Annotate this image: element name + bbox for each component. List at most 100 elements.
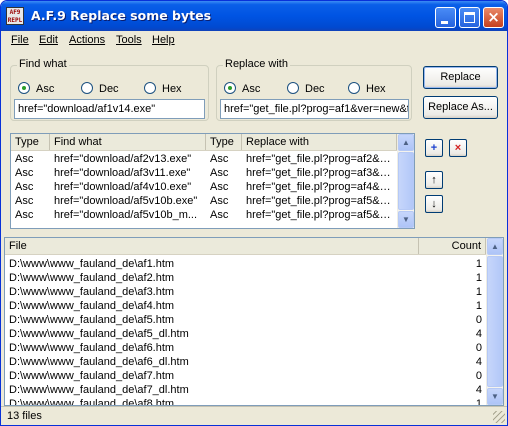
menu-actions[interactable]: Actions [69, 34, 105, 46]
pair-find-value: href="download/af4v10.exe" [54, 181, 192, 193]
file-count: 1 [475, 300, 482, 312]
replace-with-input[interactable]: href="get_file.pl?prog=af1&ver=new&ty [220, 99, 409, 119]
file-row[interactable]: D:\www\www_fauland_de\af6_dl.htm 4 [5, 355, 486, 369]
file-row[interactable]: D:\www\www_fauland_de\af3.htm 1 [5, 285, 486, 299]
file-row[interactable]: D:\www\www_fauland_de\af8.htm 1 [5, 397, 486, 406]
file-row[interactable]: D:\www\www_fauland_de\af6.htm 0 [5, 341, 486, 355]
file-row[interactable]: D:\www\www_fauland_de\af5_dl.htm 4 [5, 327, 486, 341]
pair-row[interactable]: Asc href="download/af4v10.exe" Asc href=… [11, 180, 397, 194]
file-row[interactable]: D:\www\www_fauland_de\af7_dl.htm 4 [5, 383, 486, 397]
file-path: D:\www\www_fauland_de\af1.htm [9, 258, 175, 270]
replace-radio-asc[interactable]: Asc [224, 82, 260, 95]
radio-checked-icon [18, 82, 30, 94]
arrow-up-icon: ↑ [431, 174, 437, 186]
pair-replace-type: Asc [210, 195, 229, 207]
pair-row[interactable]: Asc href="download/af5v10b.exe" Asc href… [11, 194, 397, 208]
file-path: D:\www\www_fauland_de\af4.htm [9, 300, 175, 312]
pair-find-value: href="download/af5v10b.exe" [54, 195, 198, 207]
file-count: 1 [475, 286, 482, 298]
file-path: D:\www\www_fauland_de\af2.htm [9, 272, 175, 284]
files-list-scrollbar[interactable]: ▲ ▼ [486, 238, 503, 405]
file-path: D:\www\www_fauland_de\af5_dl.htm [9, 328, 189, 340]
add-pair-button[interactable]: + [425, 139, 443, 157]
file-count: 1 [475, 272, 482, 284]
pairs-list-scrollbar[interactable]: ▲ ▼ [397, 134, 414, 228]
file-count: 4 [475, 384, 482, 396]
pair-replace-type: Asc [210, 181, 229, 193]
pair-find-value: href="download/af3v11.exe" [54, 167, 191, 179]
delete-icon: × [454, 142, 462, 154]
replace-with-label: Replace with [223, 58, 290, 70]
menu-help[interactable]: Help [152, 34, 175, 46]
pair-find-type: Asc [15, 181, 34, 193]
scroll-thumb[interactable] [398, 152, 414, 210]
scroll-up-icon[interactable]: ▲ [487, 238, 503, 255]
app-window: AF9 REPL A.F.9 Replace some bytes × File… [0, 0, 508, 426]
replace-radio-dec[interactable]: Dec [287, 82, 325, 95]
column-header-type[interactable]: Type [11, 134, 50, 150]
column-header-find-what[interactable]: Find what [50, 134, 206, 150]
scroll-down-icon[interactable]: ▼ [487, 388, 503, 405]
pair-find-type: Asc [15, 167, 34, 179]
file-path: D:\www\www_fauland_de\af7_dl.htm [9, 384, 189, 396]
move-down-button[interactable]: ↓ [425, 195, 443, 213]
radio-checked-icon [224, 82, 236, 94]
file-row[interactable]: D:\www\www_fauland_de\af1.htm 1 [5, 257, 486, 271]
app-icon[interactable]: AF9 REPL [6, 7, 24, 25]
file-path: D:\www\www_fauland_de\af6_dl.htm [9, 356, 189, 368]
title-bar[interactable]: AF9 REPL A.F.9 Replace some bytes × [1, 1, 507, 31]
find-radio-asc[interactable]: Asc [18, 82, 54, 95]
maximize-button[interactable] [459, 7, 480, 28]
file-path: D:\www\www_fauland_de\af7.htm [9, 370, 175, 382]
status-file-count: 13 files [7, 410, 42, 422]
column-header-type[interactable]: Type [206, 134, 242, 150]
file-path: D:\www\www_fauland_de\af8.htm [9, 398, 175, 406]
replace-as-button[interactable]: Replace As... [423, 96, 498, 119]
column-header-replace-with[interactable]: Replace with [242, 134, 397, 150]
menu-file[interactable]: File [11, 34, 29, 46]
minimize-button[interactable] [435, 7, 456, 28]
pair-replace-value: href="get_file.pl?prog=af5&v... [246, 195, 394, 207]
pair-replace-type: Asc [210, 167, 229, 179]
file-row[interactable]: D:\www\www_fauland_de\af4.htm 1 [5, 299, 486, 313]
menu-edit[interactable]: Edit [39, 34, 58, 46]
remove-pair-button[interactable]: × [449, 139, 467, 157]
pair-row[interactable]: Asc href="download/af5v10b_m... Asc href… [11, 208, 397, 222]
column-header-count[interactable]: Count [419, 238, 486, 254]
pairs-list[interactable]: Type Find what Type Replace with Asc hre… [10, 133, 415, 229]
pair-row[interactable]: Asc href="download/af2v13.exe" Asc href=… [11, 152, 397, 166]
arrow-down-icon: ↓ [431, 198, 437, 210]
minimize-icon [441, 21, 448, 24]
pair-row[interactable]: Asc href="download/af3v11.exe" Asc href=… [11, 166, 397, 180]
pair-replace-type: Asc [210, 209, 229, 221]
close-button[interactable]: × [483, 7, 504, 28]
find-radio-dec[interactable]: Dec [81, 82, 119, 95]
scroll-down-icon[interactable]: ▼ [398, 211, 414, 228]
files-list[interactable]: File Count D:\www\www_fauland_de\af1.htm… [4, 237, 504, 406]
status-bar: 13 files [1, 406, 507, 425]
find-radio-hex[interactable]: Hex [144, 82, 182, 95]
replace-with-group: Replace with Asc Dec Hex href="get_file.… [216, 58, 412, 121]
file-row[interactable]: D:\www\www_fauland_de\af2.htm 1 [5, 271, 486, 285]
file-row[interactable]: D:\www\www_fauland_de\af7.htm 0 [5, 369, 486, 383]
file-row[interactable]: D:\www\www_fauland_de\af5.htm 0 [5, 313, 486, 327]
pairs-list-header: Type Find what Type Replace with [11, 134, 397, 151]
file-count: 0 [475, 342, 482, 354]
radio-icon [348, 82, 360, 94]
pair-find-type: Asc [15, 209, 34, 221]
column-header-file[interactable]: File [5, 238, 419, 254]
find-what-input[interactable]: href="download/af1v14.exe" [14, 99, 205, 119]
file-count: 1 [475, 398, 482, 406]
scroll-up-icon[interactable]: ▲ [398, 134, 414, 151]
move-up-button[interactable]: ↑ [425, 171, 443, 189]
scroll-thumb[interactable] [487, 256, 503, 387]
replace-radio-hex[interactable]: Hex [348, 82, 386, 95]
files-list-header: File Count [5, 238, 486, 255]
replace-button[interactable]: Replace [423, 66, 498, 89]
resize-grip-icon[interactable] [493, 411, 505, 423]
file-count: 4 [475, 328, 482, 340]
file-count: 0 [475, 314, 482, 326]
menu-tools[interactable]: Tools [116, 34, 142, 46]
pair-find-value: href="download/af2v13.exe" [54, 153, 192, 165]
pair-replace-type: Asc [210, 153, 229, 165]
